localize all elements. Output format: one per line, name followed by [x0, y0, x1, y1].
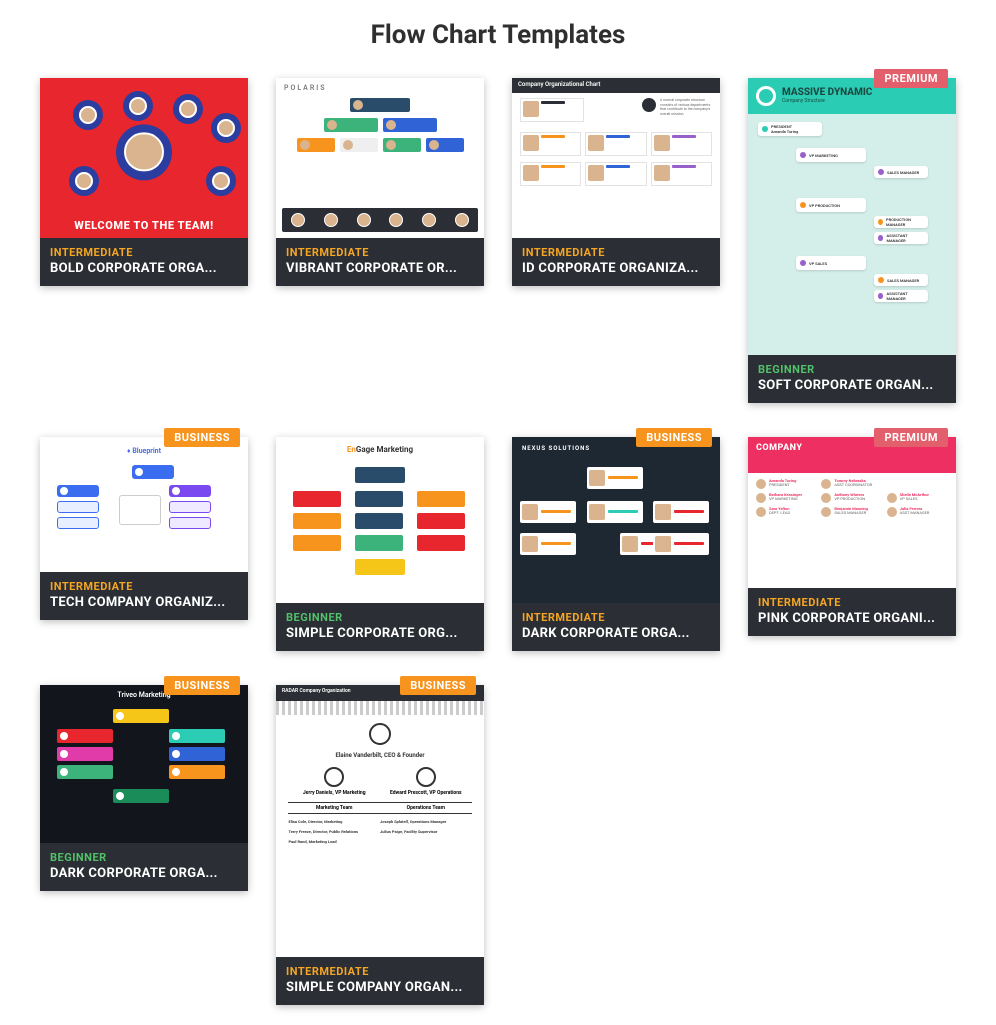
badge-premium: PREMIUM [874, 69, 948, 88]
card-footer: INTERMEDIATE VIBRANT CORPORATE OR... [276, 238, 484, 286]
template-thumbnail: RADAR Company Organization Elaine Vander… [276, 685, 484, 957]
thumb-text: Company Structure [782, 98, 872, 104]
badge-business: BUSINESS [636, 428, 712, 447]
level-label: INTERMEDIATE [286, 965, 474, 978]
card-title: SIMPLE CORPORATE ORG... [286, 626, 474, 641]
thumb-text: EnGage Marketing [276, 445, 484, 454]
level-label: INTERMEDIATE [758, 596, 946, 609]
template-card[interactable]: BUSINESS Triveo Marketing BEGINNER DARK … [40, 685, 248, 892]
card-title: TECH COMPANY ORGANIZ... [50, 595, 238, 610]
card-title: PINK CORPORATE ORGANI... [758, 611, 946, 626]
thumb-text: POLARIS [284, 84, 327, 92]
level-label: BEGINNER [286, 611, 474, 624]
template-card[interactable]: BUSINESS ♦ Blueprint INTERMEDIATE TECH C… [40, 437, 248, 620]
template-thumbnail: MASSIVE DYNAMIC Company Structure PRESID… [748, 78, 956, 355]
card-footer: INTERMEDIATE BOLD CORPORATE ORGA... [40, 238, 248, 286]
template-thumbnail: EnGage Marketing [276, 437, 484, 603]
card-footer: INTERMEDIATE PINK CORPORATE ORGANI... [748, 588, 956, 636]
badge-business: BUSINESS [164, 428, 240, 447]
card-title: BOLD CORPORATE ORGA... [50, 261, 238, 276]
thumb-text: ♦ Blueprint [40, 447, 248, 455]
thumb-text: Elaine Vanderbilt, CEO & Founder [276, 752, 484, 759]
template-card[interactable]: WELCOME TO THE TEAM! INTERMEDIATE BOLD C… [40, 78, 248, 286]
level-label: INTERMEDIATE [50, 580, 238, 593]
template-grid: WELCOME TO THE TEAM! INTERMEDIATE BOLD C… [40, 78, 956, 1005]
card-title: SOFT CORPORATE ORGAN... [758, 378, 946, 393]
card-footer: INTERMEDIATE ID CORPORATE ORGANIZA... [512, 238, 720, 286]
level-label: INTERMEDIATE [50, 246, 238, 259]
thumb-text: MASSIVE DYNAMIC [782, 88, 872, 98]
card-title: VIBRANT CORPORATE OR... [286, 261, 474, 276]
level-label: BEGINNER [758, 363, 946, 376]
page-title: Flow Chart Templates [40, 20, 956, 50]
template-thumbnail: WELCOME TO THE TEAM! [40, 78, 248, 238]
card-footer: INTERMEDIATE SIMPLE COMPANY ORGAN... [276, 957, 484, 1005]
thumb-text: WELCOME TO THE TEAM! [40, 219, 248, 232]
badge-business: BUSINESS [400, 676, 476, 695]
template-card[interactable]: Company Organizational Chart A normal co… [512, 78, 720, 286]
template-thumbnail: POLARIS [276, 78, 484, 238]
level-label: INTERMEDIATE [286, 246, 474, 259]
template-card[interactable]: BUSINESS RADAR Company Organization Elai… [276, 685, 484, 1005]
template-card[interactable]: POLARIS INTERMEDIATE VIBRANT CORPORATE O… [276, 78, 484, 286]
thumb-text: NEXUS SOLUTIONS [522, 445, 590, 452]
template-thumbnail: COMPANY STRUCTURE Amanda TuringPRESIDENT… [748, 437, 956, 588]
level-label: INTERMEDIATE [522, 611, 710, 624]
template-thumbnail: Triveo Marketing [40, 685, 248, 844]
template-thumbnail: NEXUS SOLUTIONS [512, 437, 720, 603]
thumb-text: Company Organizational Chart [512, 78, 720, 93]
template-thumbnail: Company Organizational Chart A normal co… [512, 78, 720, 238]
card-footer: BEGINNER SOFT CORPORATE ORGAN... [748, 355, 956, 403]
template-card[interactable]: EnGage Marketing BEGINNER SIMPLE CORPORA… [276, 437, 484, 651]
card-footer: BEGINNER SIMPLE CORPORATE ORG... [276, 603, 484, 651]
template-card[interactable]: PREMIUM MASSIVE DYNAMIC Company Structur… [748, 78, 956, 403]
card-footer: INTERMEDIATE DARK CORPORATE ORGA... [512, 603, 720, 651]
card-title: ID CORPORATE ORGANIZA... [522, 261, 710, 276]
template-card[interactable]: BUSINESS NEXUS SOLUTIONS INTERMEDIATE DA… [512, 437, 720, 651]
badge-premium: PREMIUM [874, 428, 948, 447]
level-label: BEGINNER [50, 851, 238, 864]
card-title: DARK CORPORATE ORGA... [50, 866, 238, 881]
card-footer: INTERMEDIATE TECH COMPANY ORGANIZ... [40, 572, 248, 620]
template-thumbnail: ♦ Blueprint [40, 437, 248, 572]
template-card[interactable]: PREMIUM COMPANY STRUCTURE Amanda TuringP… [748, 437, 956, 636]
card-title: DARK CORPORATE ORGA... [522, 626, 710, 641]
badge-business: BUSINESS [164, 676, 240, 695]
card-footer: BEGINNER DARK CORPORATE ORGA... [40, 843, 248, 891]
level-label: INTERMEDIATE [522, 246, 710, 259]
card-title: SIMPLE COMPANY ORGAN... [286, 980, 474, 995]
